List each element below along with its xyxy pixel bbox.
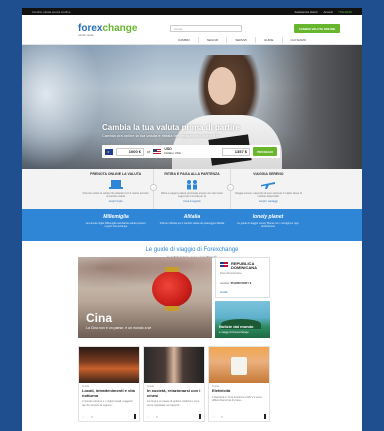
feature-text: Ritira e paga la valuta prenotata presso… <box>161 192 223 199</box>
feature-pick-up: › RITIRA E PAGA ALLA PARTENZA Ritira e p… <box>150 169 229 209</box>
nightlife-photo <box>79 347 139 383</box>
article-excerpt: Il mondo notturno e i migliori locali, s… <box>82 400 133 407</box>
comment-icon[interactable]: ✎ <box>91 415 94 419</box>
partners-strip: Millemiglia Accumula miglia Millemiglia … <box>22 209 362 241</box>
chinese-lantern <box>152 267 192 311</box>
buy-currency-online-button[interactable]: CAMBIA VALUTA ONLINE <box>294 24 340 33</box>
article-actions: ♡ ✎ <box>212 415 223 419</box>
hero-subtitle: Cambia ora online la tua valuta e ritira… <box>102 133 220 138</box>
partner-lonely-planet[interactable]: lonely planet Le guide di viaggio Lonely… <box>230 209 306 241</box>
like-icon[interactable]: ♡ <box>147 415 150 419</box>
country-currency: Peso Dominicano <box>220 271 242 276</box>
nav-item-guide[interactable]: GUIDE <box>254 37 282 43</box>
featured-guide-china[interactable]: Cina La Cina non è un paese, è un mondo … <box>78 257 212 338</box>
nav-item-negozi[interactable]: NEGOZI <box>197 37 227 43</box>
search-input[interactable]: Cerca <box>170 25 242 32</box>
hero-background-light <box>22 45 102 169</box>
us-flag-icon <box>153 148 162 155</box>
amount-input[interactable]: 1000 € <box>116 147 144 156</box>
top-link-support[interactable]: Assistenza clienti <box>295 10 318 14</box>
hero-title: Cambia la tua valuta prima di partire <box>102 123 240 132</box>
step-arrow-icon: › <box>150 184 158 191</box>
top-link-login[interactable]: Accedi <box>324 10 333 14</box>
article-title: Locali, intrattenimenti e vita notturna <box>82 388 135 398</box>
airplane-icon <box>235 178 302 190</box>
feature-link[interactable]: trova il negozio <box>158 200 225 203</box>
article-excerpt: L'elettricità in Cina funziona a 220 V e… <box>212 395 262 402</box>
millemiglia-logo: Millemiglia <box>103 214 129 220</box>
feature-text: Prenota online la valuta che desideri co… <box>82 192 149 199</box>
hero-person-face <box>208 67 236 105</box>
hero-banner: Cambia la tua valuta prima di partire Ca… <box>22 45 362 169</box>
top-bar-links: Assistenza clienti Accedi ITALIANO <box>295 10 352 14</box>
logo-tagline: cambio valuta <box>78 34 94 37</box>
like-icon[interactable]: ♡ <box>82 415 85 419</box>
comment-icon[interactable]: ✎ <box>221 415 224 419</box>
article-card[interactable]: Guida Locali, intrattenimenti e vita not… <box>78 346 140 422</box>
country-guide-link[interactable]: Guida <box>220 290 265 294</box>
site-header: forexchange cambio valuta Cerca CAMBIA V… <box>22 15 362 45</box>
article-excerpt: La Cina è un paese di antiche tradizioni… <box>147 400 200 407</box>
nav-item-chi-siamo[interactable]: CHI SIAMO <box>281 37 315 43</box>
language-selector[interactable]: ITALIANO <box>339 10 352 14</box>
people-icon <box>158 178 225 190</box>
news-subtitle: e viaggi di Forexchange <box>219 330 249 334</box>
bookmark-icon[interactable] <box>134 414 136 419</box>
featured-guide-subtitle: La Cina non è un paese, è un mondo a sé <box>86 326 152 330</box>
lonely-planet-logo: lonely planet <box>252 214 284 220</box>
partner-text: Partner ufficiale per il cambio valuta d… <box>159 222 225 225</box>
partner-text: Le guide di viaggio Lonely Planet con i … <box>237 222 299 229</box>
feature-book-online: PRENOTA ONLINE LA VALUTA Prenota online … <box>78 169 153 209</box>
electricity-photo <box>209 347 269 383</box>
step-arrow-icon: › <box>226 184 234 191</box>
top-bar-message: Cambio valuta senza confine <box>32 9 71 14</box>
featured-guide-title: Cina <box>86 311 113 325</box>
comment-icon[interactable]: ✎ <box>156 415 159 419</box>
feature-title: VIAGGIA SERENO <box>253 172 284 176</box>
dominican-flag-icon <box>220 262 228 267</box>
swap-arrow-icon[interactable]: ⇄ <box>147 149 150 154</box>
country-card-dominican-republic[interactable]: REPUBLICA DOMINICANA Peso Dominicano cam… <box>215 257 270 298</box>
feature-title: RITIRA E PAGA ALLA PARTENZA <box>164 172 220 176</box>
feature-link[interactable]: scopri di più <box>82 200 149 203</box>
target-currency-select[interactable]: USD Dollaro USA <box>164 147 198 155</box>
alitalia-logo: Alitalia <box>183 214 201 220</box>
main-nav: CAMBIO NEGOZI SERVIZI GUIDE CHI SIAMO <box>170 37 314 43</box>
article-actions: ♡ ✎ <box>82 415 93 419</box>
nav-item-servizi[interactable]: SERVIZI <box>226 37 255 43</box>
how-it-works: PRENOTA ONLINE LA VALUTA Prenota online … <box>22 169 362 209</box>
article-card[interactable]: Guida In società, relazionarsi con i cin… <box>143 346 205 422</box>
currency-converter: 1000 € ⇄ USDDollaro USA 1357 $ PROSEGUI <box>102 145 280 158</box>
converted-amount: 1357 $ <box>222 147 250 156</box>
laptop-icon <box>82 178 149 190</box>
partner-millemiglia[interactable]: Millemiglia Accumula miglia Millemiglia … <box>78 209 154 241</box>
feature-link[interactable]: scopri i vantaggi <box>235 200 302 203</box>
news-title: Notizie dal mondo <box>219 324 254 329</box>
partner-text: Accumula miglia Millemiglia cambiando va… <box>85 222 147 229</box>
proceed-button[interactable]: PROSEGUI <box>253 147 277 156</box>
bookmark-icon[interactable] <box>199 414 201 419</box>
eu-flag-icon <box>105 148 113 155</box>
nav-item-cambio[interactable]: CAMBIO <box>170 37 198 43</box>
article-cards: Guida Locali, intrattenimenti e vita not… <box>78 346 270 422</box>
top-bar: Cambio valuta senza confine Assistenza c… <box>22 8 362 15</box>
exchange-rate: cambio: 55,0000 DOP / € <box>220 281 252 286</box>
partner-alitalia[interactable]: Alitalia Partner ufficiale per il cambio… <box>154 209 230 241</box>
like-icon[interactable]: ♡ <box>212 415 215 419</box>
guides-title: Le guide di viaggio di Forexchange <box>145 247 239 253</box>
article-actions: ♡ ✎ <box>147 415 158 419</box>
feature-travel: › VIAGGIA SERENO Viaggia sereno, sapendo… <box>226 169 306 209</box>
bookmark-icon[interactable] <box>264 414 266 419</box>
world-news-card[interactable]: Notizie dal mondo e viaggi di Forexchang… <box>215 301 270 338</box>
article-card[interactable]: Guida Elettricità L'elettricità in Cina … <box>208 346 270 422</box>
feature-title: PRENOTA ONLINE LA VALUTA <box>90 172 142 176</box>
society-photo <box>144 347 204 383</box>
forexchange-logo[interactable]: forexchange <box>78 23 137 34</box>
feature-text: Viaggia sereno, sapendo di aver ottenuto… <box>234 192 302 199</box>
article-title: In società, relazionarsi con i cinesi <box>147 388 201 398</box>
